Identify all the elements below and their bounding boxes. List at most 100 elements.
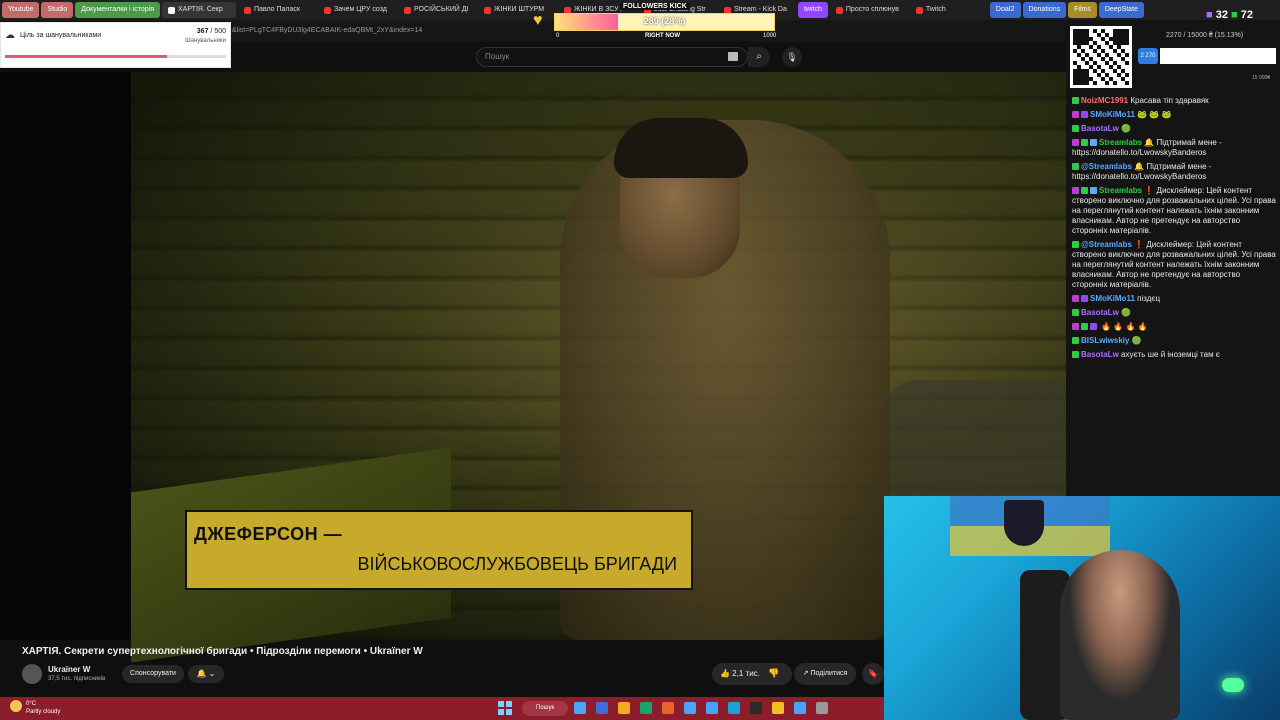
chat-text: 🔥 🔥 🔥 🔥 bbox=[1099, 322, 1148, 331]
share-button[interactable]: ↗ Поділитися bbox=[794, 663, 856, 685]
chat-username[interactable]: BasotaLw bbox=[1081, 350, 1119, 359]
chat-username[interactable]: @Streamlabs bbox=[1081, 240, 1132, 249]
webcam-streamer bbox=[1060, 550, 1180, 720]
chat-message: 🔥 🔥 🔥 🔥 bbox=[1072, 322, 1277, 332]
taskbar-app-icon[interactable] bbox=[728, 702, 740, 714]
followers-value: 289 (28%) bbox=[643, 16, 686, 26]
chat-username[interactable]: SMoKiMo11 bbox=[1090, 294, 1135, 303]
browser-tab[interactable]: Youtube bbox=[2, 2, 40, 18]
browser-tab[interactable]: DeepState bbox=[1098, 2, 1144, 18]
tab-label: Films bbox=[1074, 6, 1091, 13]
taskbar-app-icon[interactable] bbox=[684, 702, 696, 714]
browser-tab[interactable]: Просто сплюнув bbox=[830, 2, 908, 18]
chat-badge-icon bbox=[1072, 111, 1079, 118]
browser-tab[interactable]: Зачем ЦРУ созд bbox=[318, 2, 396, 18]
chat-badge-icon bbox=[1072, 351, 1079, 358]
viewer-counters: ■ 32 ■ 72 bbox=[1206, 9, 1253, 21]
twitch-viewers: 32 bbox=[1215, 9, 1228, 21]
chat-badge-icon bbox=[1090, 323, 1097, 330]
weather-icon[interactable] bbox=[10, 700, 22, 712]
chat-text: ахуєть ше й іноземці там є bbox=[1118, 350, 1220, 359]
dislike-icon[interactable]: 👎 bbox=[768, 668, 779, 679]
browser-tab[interactable]: РОСІЙСЬКИЙ ДІ bbox=[398, 2, 476, 18]
goal-progress-fill bbox=[5, 55, 168, 58]
heart-icon: ♥ bbox=[533, 12, 543, 29]
tab-label: Документалки і історія bbox=[81, 6, 154, 13]
browser-tab[interactable]: Павло Паласк bbox=[238, 2, 316, 18]
qr-cell bbox=[1125, 73, 1129, 77]
notification-bell-button[interactable]: 🔔 ⌄ bbox=[188, 665, 224, 683]
tab-label: DeepState bbox=[1104, 6, 1138, 13]
qr-cell bbox=[1125, 81, 1129, 85]
chat-message: SMoKiMo11 піздєц bbox=[1072, 294, 1277, 304]
chat-message: SMoKiMo11 🐸 🐸 🐸 bbox=[1072, 110, 1277, 120]
chat-message: BasotaLw 🟢 bbox=[1072, 124, 1277, 134]
url-text[interactable]: &list=PLgTC4FByDU3lg4ECABAIK-edaQBMt_2xY… bbox=[232, 27, 422, 34]
search-button[interactable]: ⌕ bbox=[748, 47, 770, 67]
channel-name[interactable]: Ukraїner W bbox=[48, 665, 90, 674]
channel-subscribers: 37,5 тис. підписників bbox=[48, 676, 106, 682]
tab-label: Studio bbox=[47, 6, 68, 13]
chat-username[interactable]: SMoKiMo11 bbox=[1090, 110, 1135, 119]
chat-message: BISLwiwskiy 🟢 bbox=[1072, 336, 1277, 346]
qr-cell bbox=[1113, 81, 1117, 85]
taskbar-app-icon[interactable] bbox=[816, 702, 828, 714]
browser-tab[interactable]: Donations bbox=[1022, 2, 1067, 18]
qr-cell bbox=[1125, 61, 1129, 65]
taskbar-app-icon[interactable] bbox=[618, 702, 630, 714]
sponsor-button[interactable]: Спонсорувати bbox=[122, 665, 184, 683]
browser-tab[interactable]: Twitch bbox=[910, 2, 988, 18]
channel-avatar[interactable] bbox=[22, 664, 42, 684]
tab-favicon-icon bbox=[167, 6, 175, 14]
tab-favicon-icon bbox=[835, 6, 843, 14]
like-button[interactable]: 👍 2,1 тис. bbox=[712, 663, 792, 685]
chat-message: BasotaLw ахуєть ше й іноземці там є bbox=[1072, 350, 1277, 360]
browser-tab[interactable]: twitch bbox=[797, 2, 828, 18]
chat-username[interactable]: NoizMC1991 bbox=[1081, 96, 1128, 105]
tab-label: Павло Паласк bbox=[253, 6, 300, 13]
tab-label: twitch bbox=[803, 6, 822, 13]
browser-tab[interactable]: Studio bbox=[41, 2, 74, 18]
video-title: ХАРТІЯ. Секрети супертехнологічної брига… bbox=[22, 646, 423, 657]
chat-badge-icon bbox=[1072, 163, 1079, 170]
chat-badge-icon bbox=[1072, 97, 1079, 104]
chat-text: 🟢 bbox=[1129, 336, 1142, 345]
qr-cell bbox=[1093, 81, 1097, 85]
save-button[interactable]: 🔖 bbox=[862, 663, 884, 685]
chat-username[interactable]: BasotaLw bbox=[1081, 308, 1119, 317]
chat-badge-icon bbox=[1072, 139, 1079, 146]
browser-tab[interactable]: ЖІНКИ ШТУРМ bbox=[478, 2, 556, 18]
chat-username[interactable]: BasotaLw bbox=[1081, 124, 1119, 133]
browser-tab[interactable]: ХАРТІЯ. Секр bbox=[161, 2, 236, 18]
weather-widget[interactable]: 0°C Partly cloudy bbox=[26, 700, 60, 716]
browser-tab[interactable]: DoaI2 bbox=[989, 2, 1021, 18]
taskbar-app-icon[interactable] bbox=[574, 702, 586, 714]
chat-username[interactable]: Streamlabs bbox=[1099, 138, 1142, 147]
webcam-emblem bbox=[1004, 500, 1044, 546]
chat-username[interactable]: BISLwiwskiy bbox=[1081, 336, 1129, 345]
chat-username[interactable]: @Streamlabs bbox=[1081, 162, 1132, 171]
keyboard-icon[interactable] bbox=[728, 52, 738, 61]
browser-tab[interactable]: Films bbox=[1068, 2, 1097, 18]
browser-tab[interactable]: Документалки і історія bbox=[75, 2, 160, 18]
chat-message: Streamlabs ❗ Дисклеймер: Цей контент ств… bbox=[1072, 186, 1277, 236]
mic-button[interactable]: 🎙 bbox=[782, 47, 802, 67]
chat-username[interactable]: Streamlabs bbox=[1099, 186, 1142, 195]
start-icon[interactable] bbox=[498, 701, 512, 715]
tab-favicon-icon bbox=[243, 6, 251, 14]
chat-badge-icon bbox=[1081, 139, 1088, 146]
chat-badge-icon bbox=[1072, 241, 1079, 248]
tab-label: РОСІЙСЬКИЙ ДІ bbox=[413, 6, 469, 13]
taskbar-app-icon[interactable] bbox=[794, 702, 806, 714]
taskbar-app-icon[interactable] bbox=[706, 702, 718, 714]
tab-label: DoaI2 bbox=[995, 6, 1015, 13]
taskbar-app-icon[interactable] bbox=[662, 702, 674, 714]
chat-text: 🟢 bbox=[1118, 124, 1131, 133]
taskbar-app-icon[interactable] bbox=[750, 702, 762, 714]
taskbar-app-icon[interactable] bbox=[640, 702, 652, 714]
taskbar-search[interactable]: Пошук bbox=[522, 701, 568, 716]
taskbar-app-icon[interactable] bbox=[596, 702, 608, 714]
search-input[interactable]: Пошук bbox=[476, 47, 748, 67]
lower-third bbox=[185, 510, 693, 590]
taskbar-app-icon[interactable] bbox=[772, 702, 784, 714]
